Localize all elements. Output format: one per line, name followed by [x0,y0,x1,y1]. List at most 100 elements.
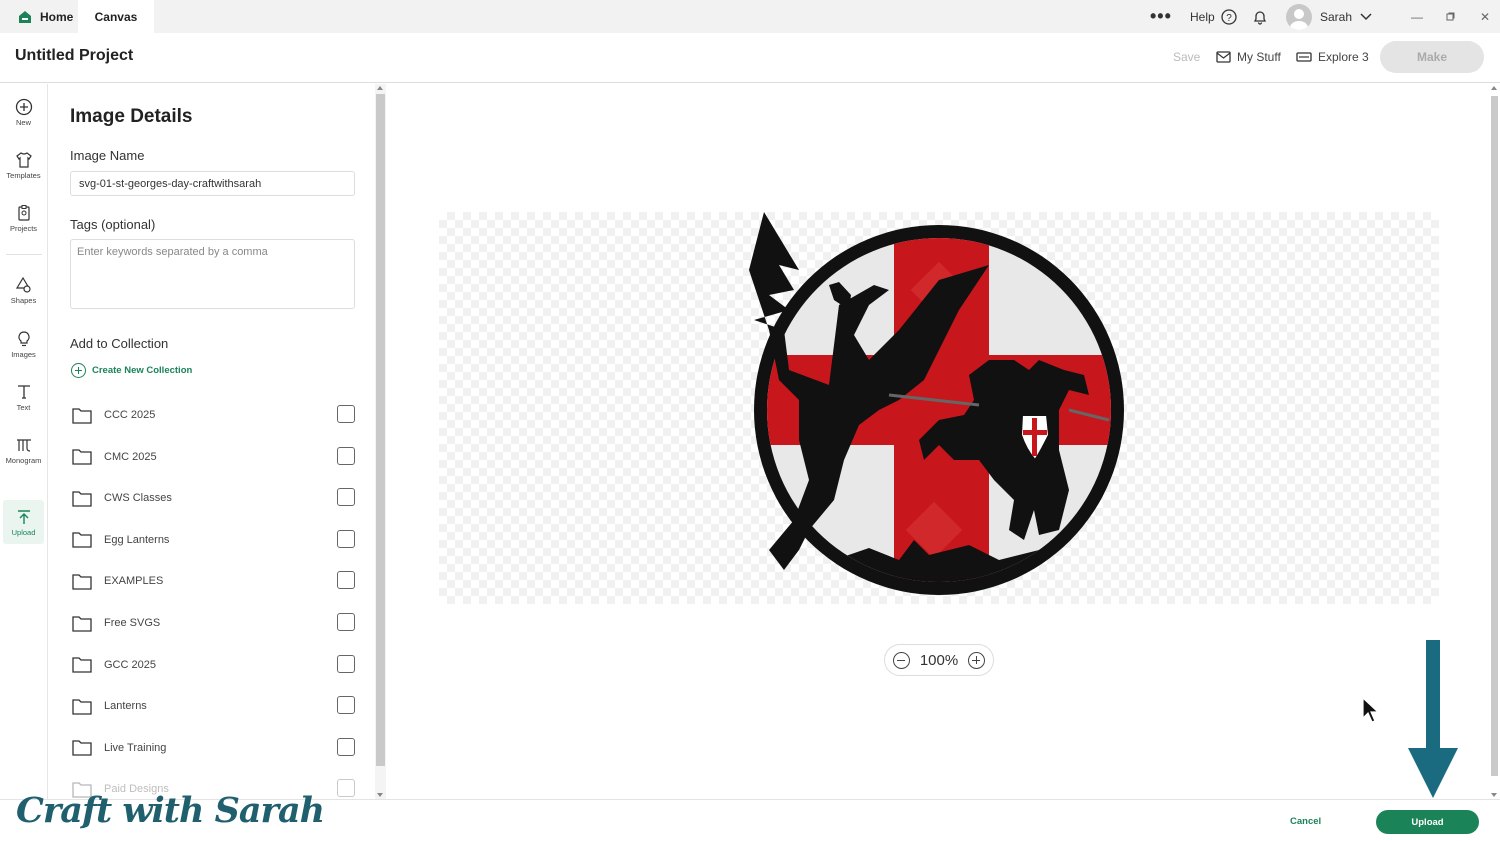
collection-checkbox[interactable] [337,488,355,507]
collection-checkbox[interactable] [337,613,355,631]
image-name-input[interactable] [70,171,355,196]
collection-row[interactable]: CCC 2025 [72,404,357,426]
create-new-collection-button[interactable]: Create New Collection [71,363,192,378]
panel-title: Image Details [70,106,193,127]
zoom-level: 100% [919,651,959,669]
collection-name: EXAMPLES [104,575,164,588]
collection-checkbox[interactable] [337,779,355,798]
scroll-up-icon[interactable] [1491,86,1497,90]
rail-item-text[interactable]: Text [0,375,47,419]
title-bar: Home Canvas ••• Help ? Sarah — ✕ [0,0,1500,33]
rail-item-templates[interactable]: Templates [0,143,47,187]
collection-name: Live Training [104,741,167,754]
folder-icon [72,698,92,715]
collection-checkbox[interactable] [337,737,355,756]
lightbulb-icon [17,330,30,346]
collection-checkbox[interactable] [337,654,355,673]
rail-item-projects[interactable]: Projects [0,196,47,240]
uploaded-image-preview [749,212,1124,595]
rail-label-images: Images [11,349,36,359]
notifications-button[interactable] [1252,0,1268,33]
collection-name: Free SVGS [104,617,161,629]
collection-checkbox[interactable] [337,696,355,715]
collection-name: Lanterns [104,700,147,713]
restore-icon[interactable] [1446,0,1455,33]
tags-input[interactable] [70,239,355,309]
rail-divider [6,254,42,255]
collection-row[interactable]: Egg Lanterns [72,529,357,551]
zoom-out-icon[interactable] [893,651,910,669]
machine-selector[interactable]: Explore 3 [1296,50,1369,64]
my-stuff-button[interactable]: My Stuff [1216,50,1281,64]
rail-item-shapes[interactable]: Shapes [0,268,47,312]
upload-icon [17,509,30,524]
rail-item-upload[interactable]: Upload [3,500,44,544]
rail-label-projects: Projects [9,223,38,233]
tab-home-label: Home [40,9,74,24]
tab-home[interactable]: Home [8,0,83,33]
close-window-icon[interactable]: ✕ [1480,0,1490,33]
user-menu[interactable]: Sarah [1286,0,1372,33]
shirt-icon [15,151,32,168]
collection-row[interactable]: Free SVGS [72,612,357,634]
collection-row[interactable]: EXAMPLES [72,570,357,592]
rail-label-shapes: Shapes [10,295,37,305]
zoom-in-icon[interactable] [968,651,985,669]
folder-icon [72,739,92,756]
rail-label-monogram: Monogram [5,455,42,465]
envelope-icon [1216,51,1231,63]
collection-name: GCC 2025 [104,658,156,671]
question-circle-icon: ? [1221,8,1237,25]
panel-scrollbar[interactable] [375,84,386,799]
image-name-label: Image Name [70,148,145,163]
rail-item-new[interactable]: New [0,90,47,134]
create-new-collection-label: Create New Collection [92,365,193,376]
scrollbar-thumb[interactable] [1491,96,1498,776]
zoom-control: 100% [884,644,994,676]
rail-label-new: New [15,117,31,127]
help-button[interactable]: Help ? [1190,0,1237,33]
shapes-icon [15,276,31,293]
project-title: Untitled Project [15,47,134,64]
collection-row[interactable]: CMC 2025 [72,446,357,468]
collection-checkbox[interactable] [337,405,355,423]
canvas-scrollbar[interactable] [1489,84,1500,799]
collection-row[interactable]: GCC 2025 [72,654,357,676]
make-button[interactable]: Make [1380,41,1484,73]
collection-checkbox[interactable] [337,571,355,590]
folder-icon [72,448,92,465]
home-icon [19,10,31,23]
collection-row[interactable]: CWS Classes [72,487,357,509]
scroll-down-icon[interactable] [377,793,383,797]
rail-item-monogram[interactable]: Monogram [0,428,47,472]
collection-name: CWS Classes [104,492,172,505]
collection-checkbox[interactable] [337,446,355,465]
folder-icon [72,407,92,424]
tab-canvas[interactable]: Canvas [78,0,154,33]
rail-item-images[interactable]: Images [0,322,47,366]
scroll-up-icon[interactable] [377,86,383,90]
project-header: Untitled Project Save My Stuff Explore 3… [0,33,1500,83]
left-toolbar: New Templates Projects Shapes Images Tex… [0,84,48,841]
mouse-cursor-icon [1362,697,1380,723]
upload-button[interactable]: Upload [1376,810,1479,834]
more-options-icon[interactable]: ••• [1150,0,1172,33]
collection-row[interactable]: Lanterns [72,695,357,717]
down-arrow-annotation-icon [1408,640,1458,798]
save-button[interactable]: Save [1173,50,1200,64]
cancel-button[interactable]: Cancel [1290,816,1321,827]
machine-icon [1296,51,1312,62]
rail-label-text: Text [16,402,31,412]
preview-canvas: 100% [387,84,1489,799]
minimize-icon[interactable]: — [1411,0,1423,33]
collection-checkbox[interactable] [337,529,355,548]
scroll-down-icon[interactable] [1491,793,1497,797]
collection-name: CCC 2025 [104,409,156,421]
folder-icon [72,490,92,507]
plus-circle-icon [71,363,86,378]
scrollbar-thumb[interactable] [376,94,385,766]
collection-name: Egg Lanterns [104,533,170,546]
collection-row[interactable]: Live Training [72,737,357,759]
clipboard-icon [17,204,30,221]
help-label: Help [1190,9,1215,24]
